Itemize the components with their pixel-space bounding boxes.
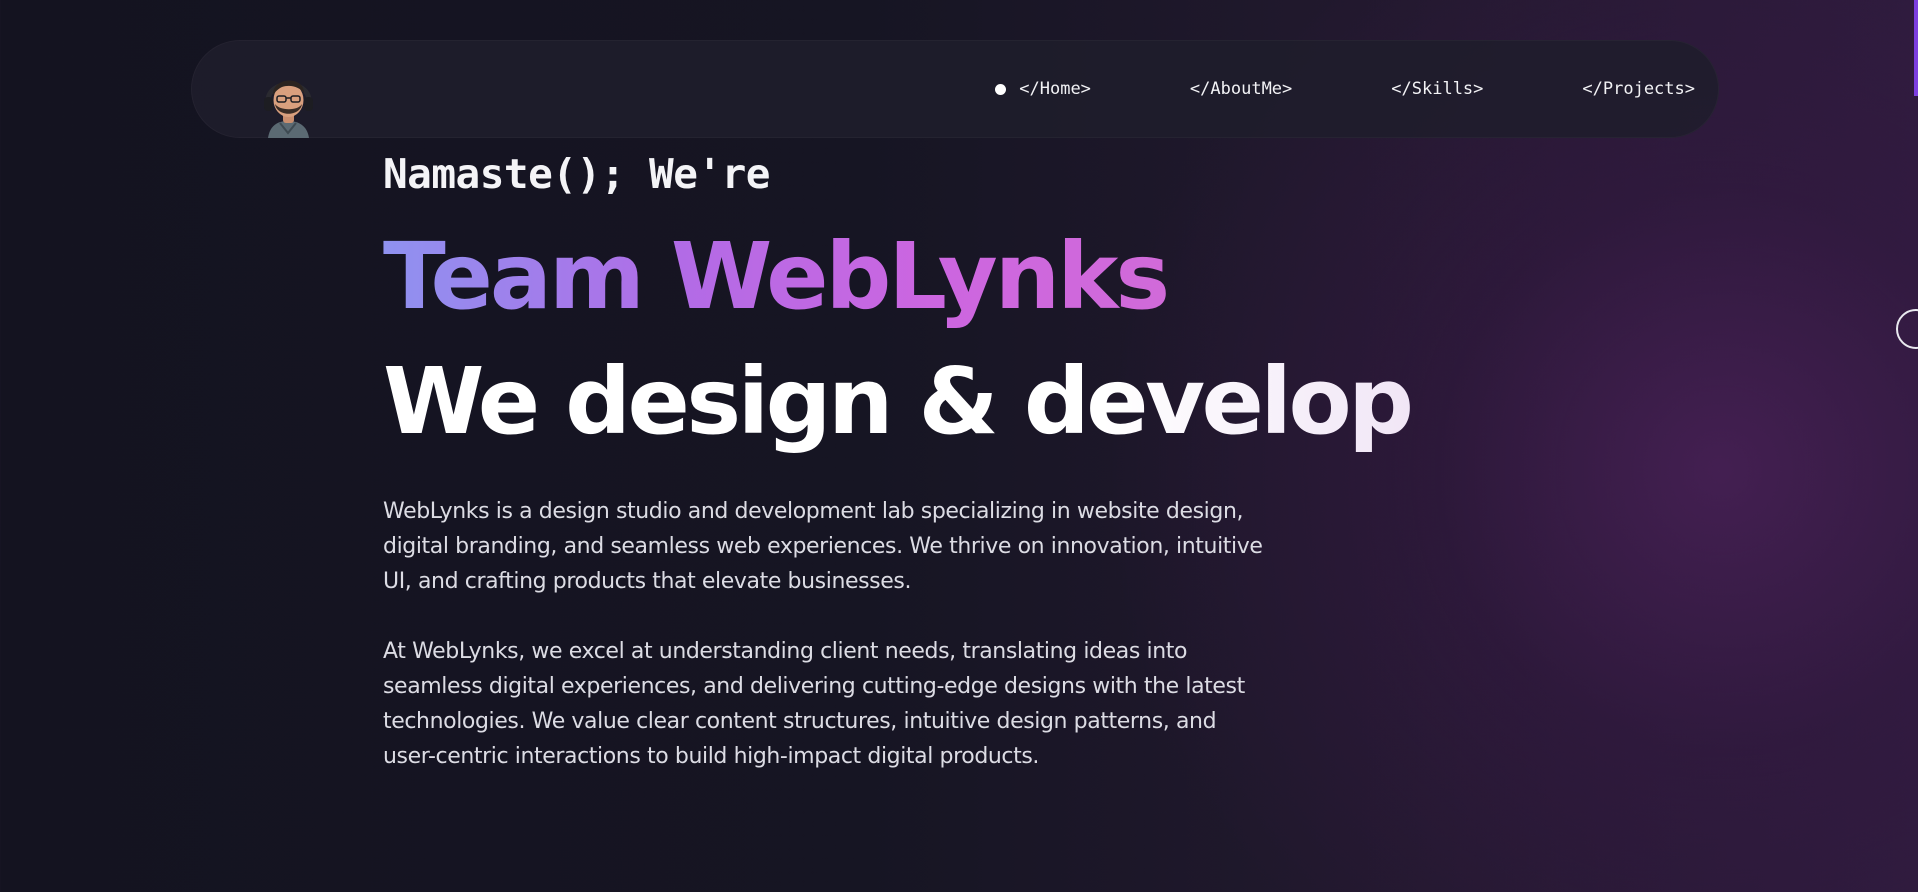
hero-section: Namaste(); We're Team WebLynks We design… xyxy=(383,146,1414,774)
hero-brand-title: Team WebLynks xyxy=(383,223,1170,330)
nav-item-label: </AboutMe> xyxy=(1189,79,1293,99)
hero-description: WebLynks is a design studio and developm… xyxy=(383,499,1263,594)
nav-item-home[interactable]: </Home> xyxy=(995,79,1091,99)
avatar[interactable] xyxy=(260,67,317,138)
hero-tagline: We design & develop xyxy=(383,346,1414,458)
hero-description: At WebLynks, we excel at understanding c… xyxy=(383,639,1245,769)
scrollbar-thumb[interactable] xyxy=(1914,0,1918,96)
nav-item-aboutme[interactable]: </AboutMe> xyxy=(1190,79,1292,99)
nav-item-skills[interactable]: </Skills> xyxy=(1391,79,1483,99)
nav-item-label: </Home> xyxy=(1019,79,1091,99)
nav-item-label: </Projects> xyxy=(1582,79,1695,99)
nav-links: </Home> </AboutMe> </Skills> </Projects> xyxy=(995,40,1695,138)
top-navbar: </Home> </AboutMe> </Skills> </Projects> xyxy=(191,40,1719,138)
memoji-avatar-icon xyxy=(264,80,313,138)
nav-item-label: </Skills> xyxy=(1391,79,1484,99)
side-toggle-button[interactable] xyxy=(1896,309,1918,349)
nav-item-projects[interactable]: </Projects> xyxy=(1582,79,1695,99)
hero-greeting: Namaste(); We're xyxy=(383,150,770,198)
active-dot-icon xyxy=(995,83,1007,95)
